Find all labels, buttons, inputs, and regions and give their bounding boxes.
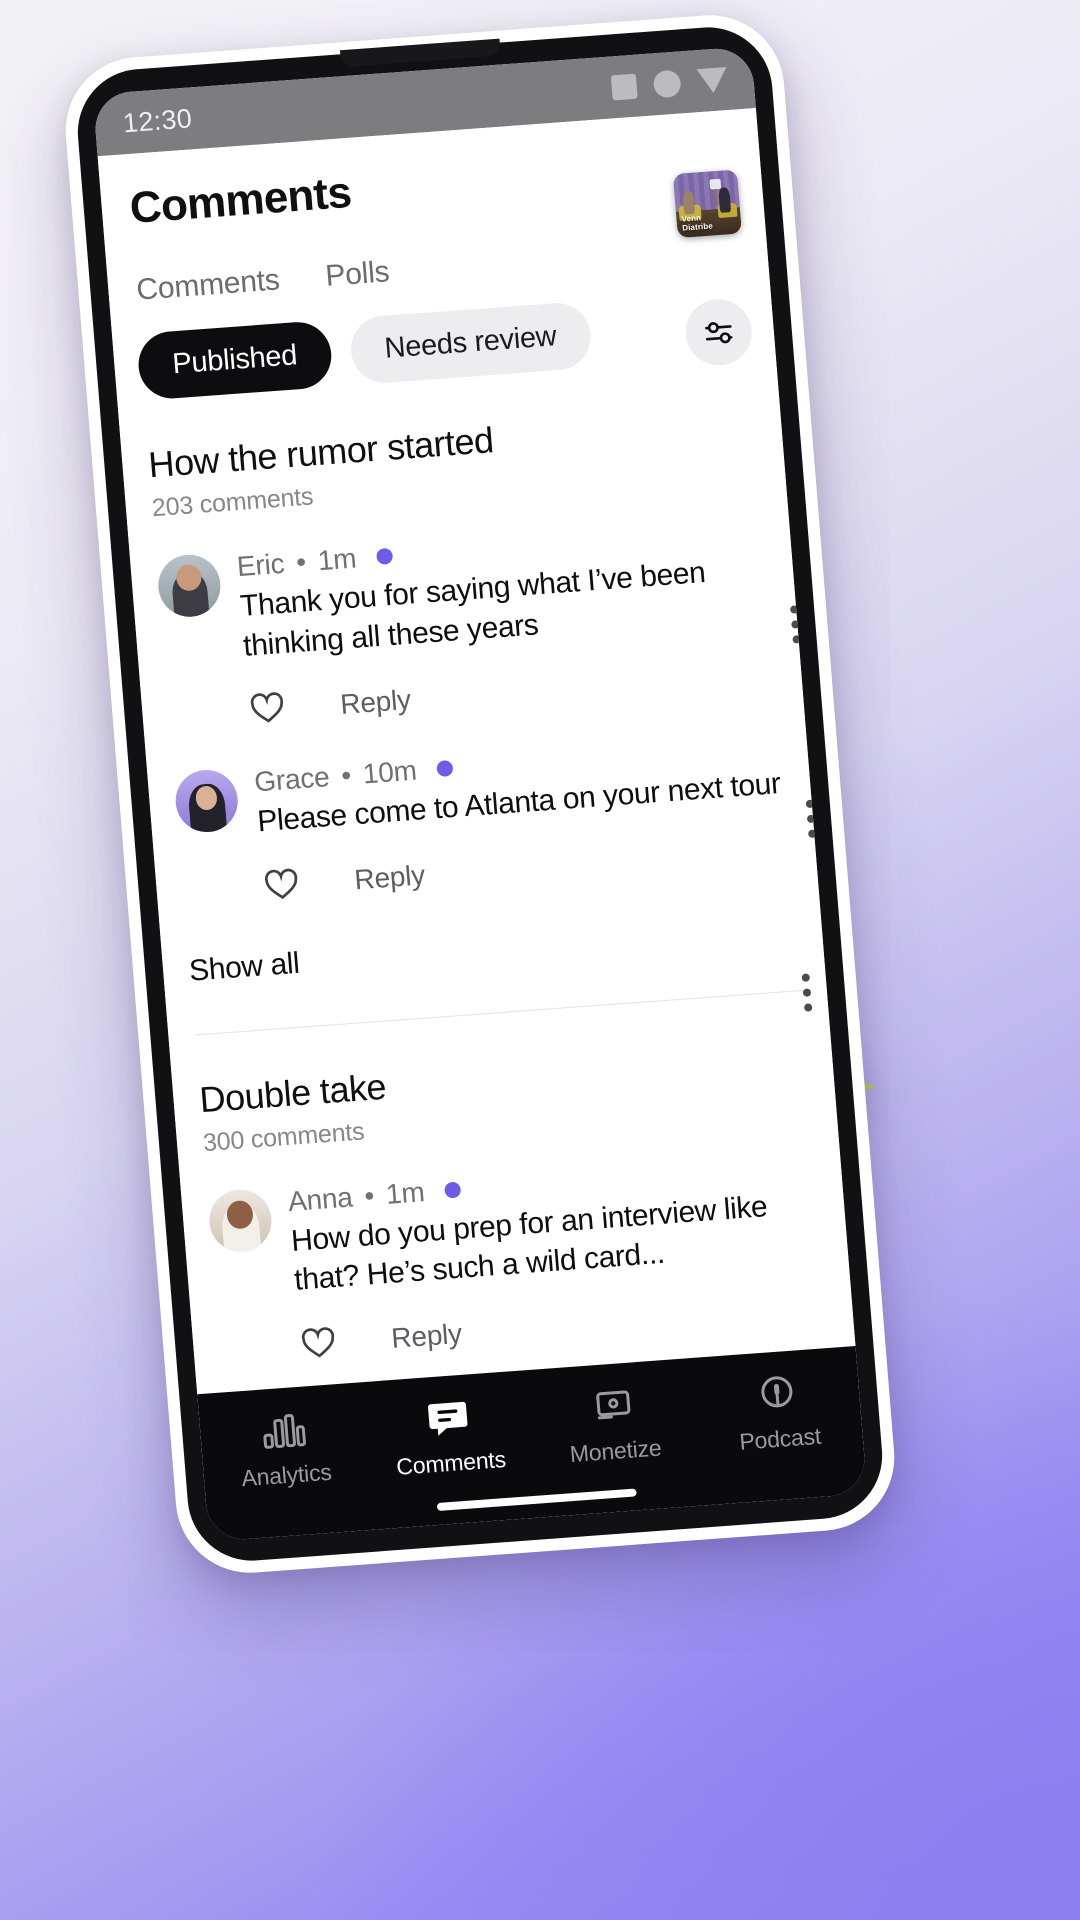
- nav-label: Comments: [395, 1445, 507, 1480]
- section-divider: [194, 989, 809, 1036]
- app-content: Comments Venn Diatribe Comments Polls Pu…: [97, 107, 856, 1395]
- comment-separator: •: [363, 1179, 376, 1212]
- comment-time: 1m: [384, 1175, 426, 1210]
- avatar: [207, 1187, 274, 1254]
- comment-time: 1m: [316, 542, 358, 577]
- comment-author: Eric: [235, 547, 286, 583]
- comment-separator: •: [340, 759, 353, 792]
- heart-icon: [250, 692, 284, 723]
- chip-needs-review[interactable]: Needs review: [348, 300, 593, 386]
- status-bar-icons: [610, 66, 729, 101]
- comment-item[interactable]: Eric • 1m Thank you for saying what I’ve…: [155, 511, 803, 739]
- reply-button[interactable]: Reply: [390, 1318, 463, 1355]
- nav-item-podcast[interactable]: Podcast: [693, 1368, 864, 1459]
- square-icon: [610, 73, 638, 100]
- status-bar-time: 12:30: [121, 102, 194, 138]
- comment-author: Grace: [253, 761, 331, 798]
- comment-actions: Reply: [247, 651, 785, 733]
- home-indicator: [436, 1488, 637, 1512]
- section-overflow-menu-icon[interactable]: [801, 973, 813, 1012]
- comment-body: Anna • 1m How do you prep for an intervi…: [287, 1147, 836, 1368]
- comment-author: Anna: [286, 1181, 354, 1217]
- microphone-icon: [760, 1376, 792, 1408]
- heart-icon: [301, 1327, 335, 1358]
- like-button[interactable]: [298, 1322, 339, 1368]
- comment-actions: Reply: [261, 827, 799, 909]
- like-button[interactable]: [261, 863, 302, 909]
- show-all-button[interactable]: Show all: [188, 908, 823, 988]
- reply-button[interactable]: Reply: [339, 684, 412, 721]
- bar-chart-icon: [262, 1414, 306, 1449]
- filter-button[interactable]: [683, 296, 755, 368]
- comment-item[interactable]: Grace • 10m Please come to Atlanta on yo…: [173, 726, 817, 915]
- nav-label: Analytics: [240, 1458, 333, 1492]
- nav-label: Podcast: [738, 1422, 822, 1455]
- podcast-artwork-thumbnail[interactable]: Venn Diatribe: [672, 169, 742, 239]
- comment-section-double-take: Double take 300 comments Anna • 1m How d…: [172, 1033, 855, 1395]
- like-button[interactable]: [247, 687, 288, 733]
- phone-mockup: 12:30 Comments Venn Diatribe Comments Po…: [60, 10, 900, 1578]
- unread-dot: [443, 1181, 461, 1199]
- comment-body: Grace • 10m Please come to Atlanta on yo…: [253, 727, 799, 908]
- unread-dot: [435, 760, 454, 778]
- comment-bubble-icon: [427, 1401, 467, 1436]
- comment-section-how-the-rumor-started: How the rumor started 203 comments Eric …: [121, 398, 827, 1037]
- nav-item-analytics[interactable]: Analytics: [199, 1404, 370, 1495]
- chip-published[interactable]: Published: [135, 319, 334, 401]
- comment-body: Eric • 1m Thank you for saying what I’ve…: [236, 512, 785, 733]
- nav-item-monetize[interactable]: Monetize: [528, 1380, 699, 1471]
- phone-screen: 12:30 Comments Venn Diatribe Comments Po…: [92, 46, 868, 1542]
- circle-icon: [652, 68, 682, 98]
- unread-dot: [375, 547, 393, 565]
- heart-icon: [264, 868, 298, 899]
- avatar: [173, 768, 241, 835]
- tab-polls[interactable]: Polls: [324, 255, 391, 294]
- reply-button[interactable]: Reply: [353, 860, 426, 897]
- triangle-down-icon: [696, 66, 729, 94]
- monitor-dollar-icon: [595, 1390, 630, 1420]
- podcast-artwork-title: Venn Diatribe: [681, 213, 714, 233]
- nav-label: Monetize: [568, 1434, 663, 1468]
- comment-separator: •: [295, 546, 308, 578]
- comment-item[interactable]: Anna • 1m How do you prep for an intervi…: [207, 1145, 854, 1373]
- comment-time: 10m: [361, 754, 418, 790]
- filter-sliders-icon: [705, 322, 733, 344]
- avatar: [155, 552, 223, 619]
- nav-item-comments[interactable]: Comments: [364, 1392, 535, 1483]
